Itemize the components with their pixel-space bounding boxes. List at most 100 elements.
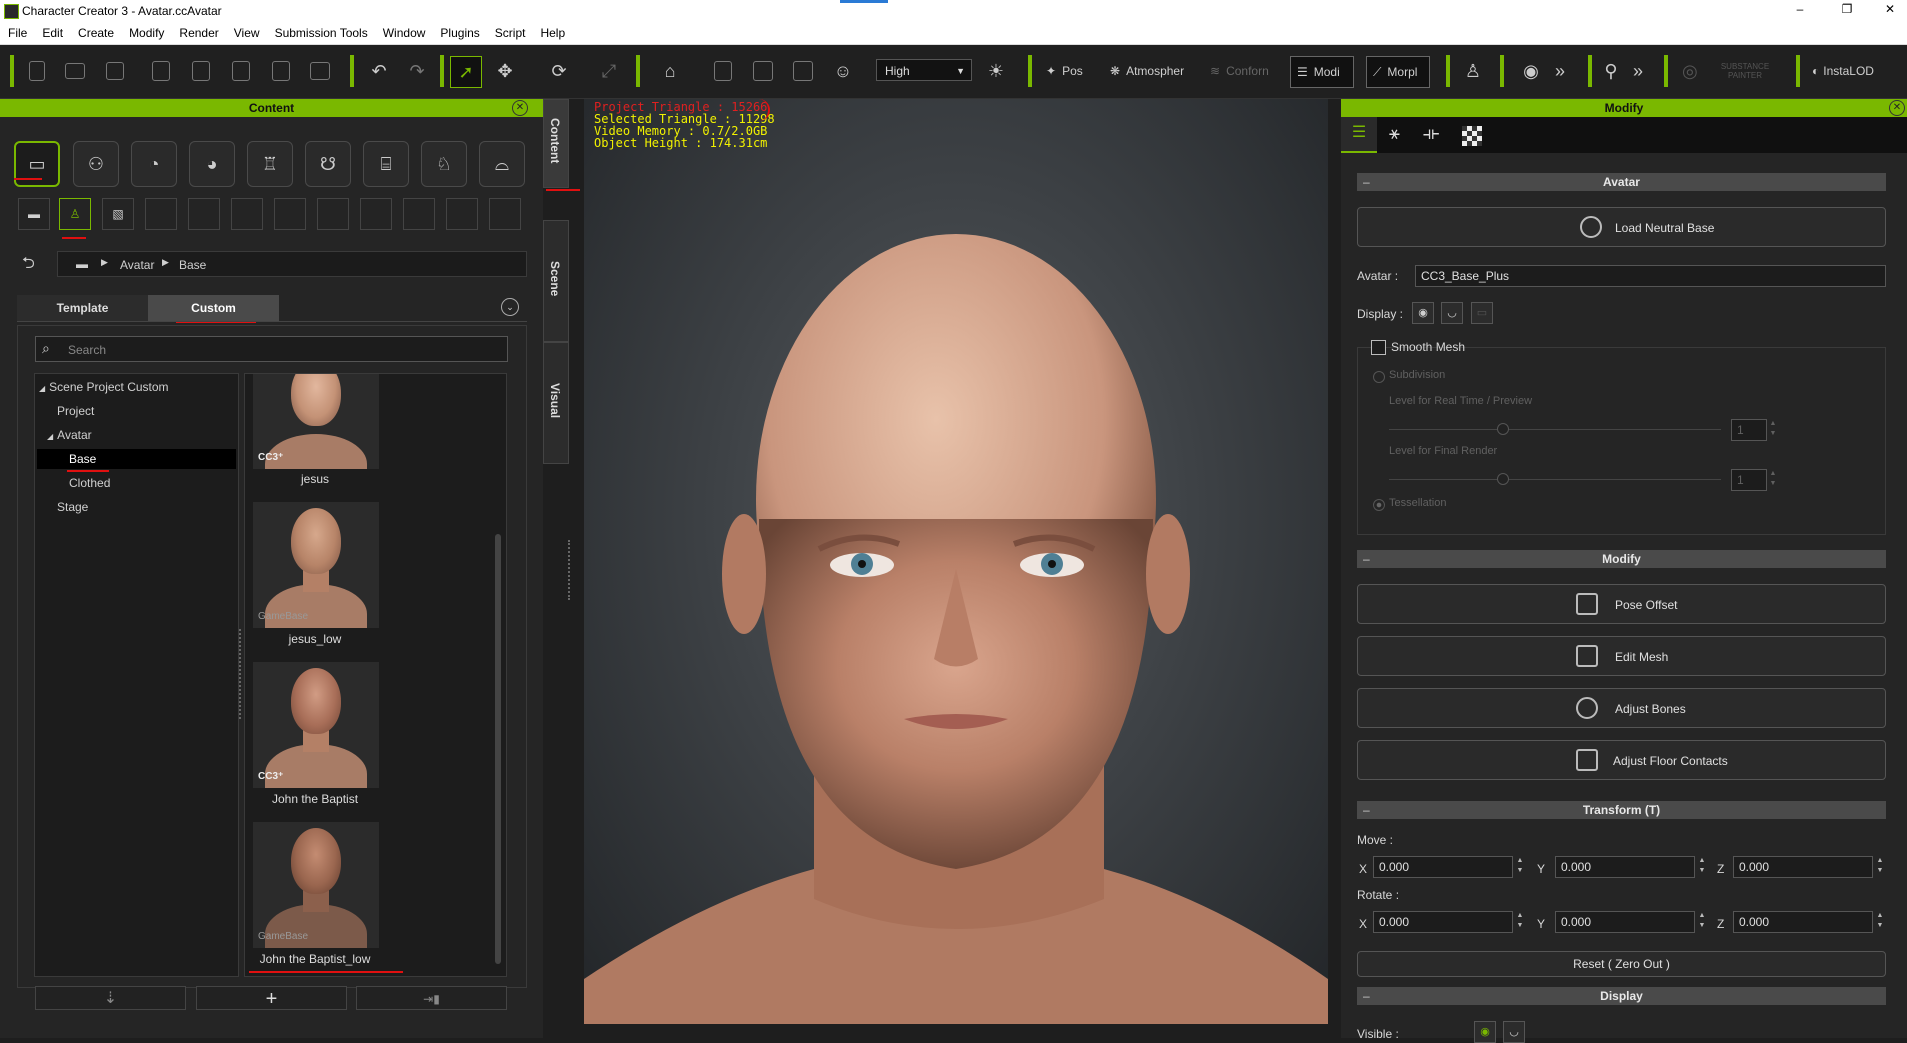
rotate-gizmo-icon[interactable]: ⟳ — [544, 56, 574, 86]
motion-category-button[interactable]: ♘ — [421, 141, 467, 187]
folder-icon[interactable]: ▬ — [76, 257, 88, 271]
subcategory-slot[interactable] — [489, 198, 521, 230]
transform-section-header[interactable]: – Transform (T) — [1357, 801, 1886, 819]
rotate-z-field[interactable]: 0.000 — [1733, 911, 1873, 933]
tree-item-stage[interactable]: Stage — [57, 497, 88, 517]
menu-render[interactable]: Render — [171, 22, 225, 40]
splitter-handle[interactable] — [568, 540, 573, 600]
usd-export-icon[interactable] — [228, 56, 254, 86]
spinner-icon[interactable]: ▲ ▼ — [1697, 911, 1707, 933]
eye-icon[interactable]: ◉ — [1412, 302, 1434, 324]
search-input[interactable]: ⌕ Search — [35, 336, 508, 362]
slider-handle[interactable] — [1497, 423, 1509, 435]
tessellation-radio[interactable] — [1373, 499, 1385, 511]
adjust-floor-contacts-button[interactable]: Adjust Floor Contacts — [1357, 740, 1886, 780]
side-tab-visual[interactable]: Visual — [543, 342, 569, 464]
menu-window[interactable]: Window — [375, 22, 433, 40]
sliders-tab-icon[interactable]: ☰ — [1341, 117, 1377, 153]
pose-offset-button[interactable]: Pose Offset — [1357, 584, 1886, 624]
close-icon[interactable]: ✕ — [1889, 100, 1905, 116]
substance-painter-button[interactable]: ◎ SUBSTANCE PAINTER — [1678, 56, 1778, 86]
realtime-level-slider[interactable] — [1389, 429, 1721, 430]
smooth-mesh-checkbox[interactable] — [1371, 340, 1386, 355]
menu-modify[interactable]: Modify — [121, 22, 171, 40]
menu-script[interactable]: Script — [487, 22, 533, 40]
move-gizmo-icon[interactable]: ✥ — [490, 56, 520, 86]
menu-help[interactable]: Help — [532, 22, 572, 40]
rotate-x-field[interactable]: 0.000 — [1373, 911, 1513, 933]
tab-custom[interactable]: Custom — [148, 295, 279, 321]
side-tab-content[interactable]: Content — [543, 99, 569, 188]
subcategory-slot[interactable] — [446, 198, 478, 230]
menu-edit[interactable]: Edit — [34, 22, 70, 40]
thumbnail-jesus[interactable]: CC3⁺ — [253, 374, 379, 469]
display-section-header[interactable]: – Display — [1357, 987, 1886, 1005]
load-neutral-base-button[interactable]: Load Neutral Base — [1357, 207, 1886, 247]
thumbnail-jesus-low[interactable]: GameBase — [253, 502, 379, 628]
avatar-category-button[interactable]: ⚇ — [73, 141, 119, 187]
open-folder-icon[interactable] — [62, 56, 88, 86]
send-icon[interactable] — [268, 56, 294, 86]
quality-select[interactable]: High ▼ — [876, 59, 972, 81]
plugin-icon[interactable]: ◉ — [1518, 56, 1544, 86]
realtime-level-field[interactable]: 1 — [1731, 419, 1767, 441]
tree-item-avatar[interactable]: ◢ Avatar — [47, 425, 92, 445]
menu-view[interactable]: View — [226, 22, 267, 40]
project-category-button[interactable]: ▭ — [14, 141, 60, 187]
move-x-field[interactable]: 0.000 — [1373, 856, 1513, 878]
adjust-bones-button[interactable]: Adjust Bones — [1357, 688, 1886, 728]
attribute-tab-icon[interactable]: ⟛ — [1423, 123, 1439, 144]
subcategory-image-button[interactable]: ▧ — [102, 198, 134, 230]
menu-plugins[interactable]: Plugins — [432, 22, 486, 40]
3d-viewport[interactable]: Project Triangle : 15266 Selected Triang… — [584, 99, 1328, 1024]
side-tab-scene[interactable]: Scene — [543, 220, 569, 342]
avatar-section-header[interactable]: – Avatar — [1357, 173, 1886, 191]
minimize-button[interactable]: – — [1785, 2, 1815, 20]
close-icon[interactable]: ✕ — [512, 100, 528, 116]
menu-submission-tools[interactable]: Submission Tools — [267, 22, 375, 40]
spinner-icon[interactable]: ▲ ▼ — [1768, 419, 1778, 441]
sun-light-icon[interactable]: ☀ — [982, 56, 1010, 86]
thumbnail-john-the-baptist-low[interactable]: GameBase — [253, 822, 379, 948]
tree-item-base[interactable]: Base — [37, 449, 236, 469]
tree-item-project[interactable]: Project — [57, 401, 94, 421]
head-category-button[interactable]: ◔ — [131, 141, 177, 187]
character-icon[interactable]: ♙ — [1460, 56, 1486, 86]
subcategory-slot[interactable] — [188, 198, 220, 230]
scale-gizmo-icon[interactable]: ⤢ — [596, 56, 622, 86]
export-icon[interactable] — [188, 56, 214, 86]
face-icon[interactable]: ☺ — [828, 56, 858, 86]
skin-category-button[interactable]: ◕ — [189, 141, 235, 187]
subcategory-slot[interactable] — [360, 198, 392, 230]
import-icon[interactable] — [148, 56, 174, 86]
back-arrow-icon[interactable]: ⮌ — [22, 252, 35, 279]
slider-handle[interactable] — [1497, 473, 1509, 485]
thumbnail-john-the-baptist[interactable]: CC3⁺ — [253, 662, 379, 788]
subcategory-slot[interactable] — [145, 198, 177, 230]
visible-eye-icon[interactable]: ◉ — [1474, 1021, 1496, 1043]
hidden-icon[interactable]: ▭ — [1471, 302, 1493, 324]
subcategory-slot[interactable] — [317, 198, 349, 230]
tree-item-clothed[interactable]: Clothed — [69, 473, 110, 493]
spinner-icon[interactable]: ▲ ▼ — [1875, 911, 1885, 933]
reset-zero-out-button[interactable]: Reset ( Zero Out ) — [1357, 951, 1886, 977]
drop-down-button[interactable]: ⇣ — [35, 986, 186, 1010]
new-file-icon[interactable] — [24, 56, 50, 86]
breadcrumb-avatar[interactable]: Avatar — [120, 258, 154, 272]
scrollbar[interactable] — [495, 534, 501, 964]
hidden-eye-icon[interactable]: ◡ — [1503, 1021, 1525, 1043]
close-window-button[interactable]: ✕ — [1875, 2, 1905, 20]
final-render-level-slider[interactable] — [1389, 479, 1721, 480]
subdivision-radio[interactable] — [1373, 371, 1385, 383]
subcategory-avatar-button[interactable]: ♙ — [59, 198, 91, 230]
save-icon[interactable] — [102, 56, 128, 86]
clothing-category-button[interactable]: ♖ — [247, 141, 293, 187]
redo-icon[interactable]: ↷ — [404, 56, 430, 86]
breadcrumb-base[interactable]: Base — [179, 258, 206, 272]
move-z-field[interactable]: 0.000 — [1733, 856, 1873, 878]
edit-mesh-button[interactable]: Edit Mesh — [1357, 636, 1886, 676]
spinner-icon[interactable]: ▲ ▼ — [1515, 911, 1525, 933]
restore-button[interactable]: ❐ — [1832, 2, 1862, 20]
instalod-button[interactable]: ◐ InstaLOD — [1812, 56, 1898, 86]
select-arrow-icon[interactable]: ➚ — [450, 56, 482, 88]
